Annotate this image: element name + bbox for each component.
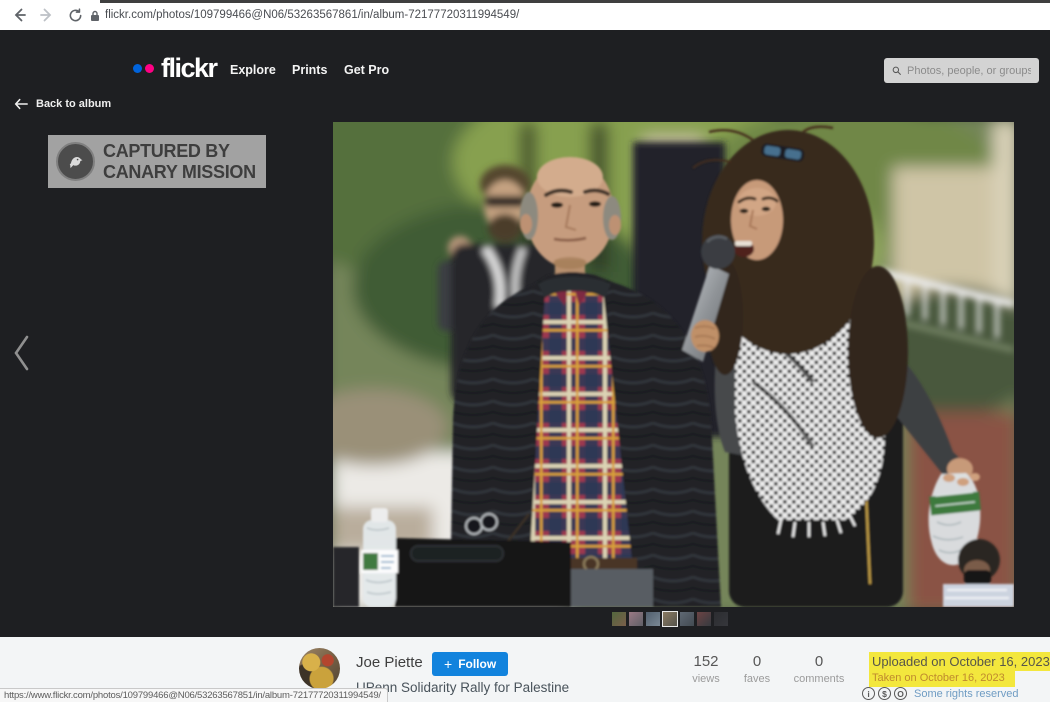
cc-attribution-icon[interactable]: i [862,687,875,700]
chevron-left-icon [8,333,34,373]
status-url: https://www.flickr.com/photos/109799466@… [4,690,381,701]
search-icon [892,64,901,77]
watermark-line2: CANARY MISSION [103,162,256,182]
browser-toolbar: flickr.com/photos/109799466@N06/53263567… [0,0,1050,30]
search-input[interactable] [907,65,1031,77]
thumbnail[interactable] [629,612,643,626]
window-top-edge [100,0,1050,3]
logo-dot-blue-icon [133,64,142,73]
plus-icon: + [444,656,452,672]
stat-views: 152 views [680,653,732,685]
comments-label: comments [788,673,850,685]
reload-icon [68,8,83,23]
owner-avatar[interactable] [299,648,340,689]
thumbnail[interactable] [612,612,626,626]
views-count: 152 [680,653,732,670]
thumbnail[interactable] [663,612,677,626]
uploaded-date: Uploaded on October 16, 2023 [869,652,1050,671]
back-arrow-icon [11,7,27,23]
follow-label: Follow [458,657,496,671]
license-row: i $ O Some rights reserved [862,687,1019,700]
nav-prints[interactable]: Prints [292,63,327,77]
photo-title: UPenn Solidarity Rally for Palestine [356,680,569,695]
faves-label: faves [733,673,781,685]
flickr-photo-page: flickr.com/photos/109799466@N06/53263567… [0,0,1050,702]
canary-mission-watermark: CAPTURED BY CANARY MISSION [48,135,266,188]
logo-dot-pink-icon [145,64,154,73]
main-photo[interactable] [333,122,1014,607]
thumbnail[interactable] [697,612,711,626]
canary-icon [56,142,95,181]
back-to-album-link[interactable]: Back to album [14,98,111,110]
stat-comments: 0 comments [788,653,850,685]
ssl-lock-icon[interactable] [90,9,100,27]
forward-arrow-icon [39,7,55,23]
nav-get-pro[interactable]: Get Pro [344,63,389,77]
nav-explore[interactable]: Explore [230,63,276,77]
cc-noncommercial-icon[interactable]: $ [878,687,891,700]
owner-name[interactable]: Joe Piette [356,654,423,671]
thumbnail-strip [612,612,728,626]
thumbnail[interactable] [680,612,694,626]
photo-stage: flickr Explore Prints Get Pro Back to al… [0,30,1050,637]
follow-button[interactable]: + Follow [432,652,508,676]
comments-count: 0 [788,653,850,670]
browser-back-button[interactable] [10,6,28,24]
stat-faves: 0 faves [733,653,781,685]
watermark-line1: CAPTURED BY [103,141,256,161]
taken-date: Taken on October 16, 2023 [869,671,1015,687]
logo-text: flickr [161,55,217,82]
date-info: Uploaded on October 16, 2023 Taken on Oc… [869,652,1050,687]
address-bar-url[interactable]: flickr.com/photos/109799466@N06/53263567… [105,9,519,21]
previous-photo-button[interactable] [8,333,38,373]
cc-sharealike-icon[interactable]: O [894,687,907,700]
views-label: views [680,673,732,685]
browser-forward-button[interactable] [38,6,56,24]
thumbnail[interactable] [714,612,728,626]
watermark-text: CAPTURED BY CANARY MISSION [103,141,256,181]
flickr-logo[interactable]: flickr [133,55,217,82]
status-bar: https://www.flickr.com/photos/109799466@… [0,688,388,702]
faves-count: 0 [733,653,781,670]
back-to-album-label: Back to album [36,98,111,110]
browser-reload-button[interactable] [66,6,84,24]
license-link[interactable]: Some rights reserved [914,688,1019,700]
search-box[interactable] [884,58,1039,83]
back-to-album-arrow-icon [14,98,28,110]
thumbnail[interactable] [646,612,660,626]
